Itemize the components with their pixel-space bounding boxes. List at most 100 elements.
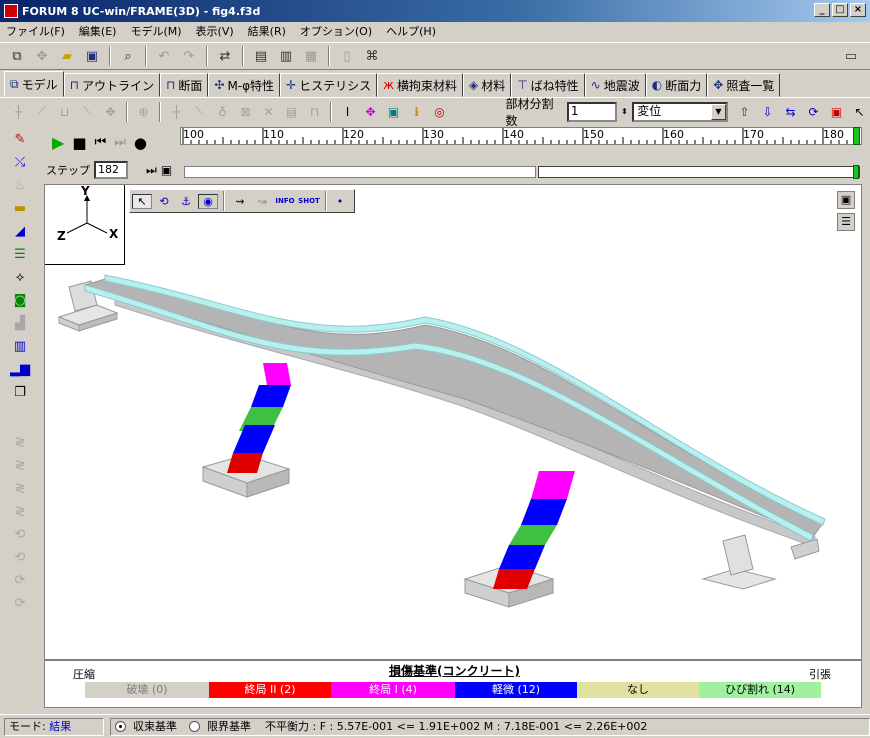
tab-material[interactable]: ◈ 材料: [462, 73, 512, 97]
layers-icon[interactable]: ☰: [8, 243, 32, 265]
menu-result[interactable]: 結果(R): [246, 22, 288, 40]
tab-confinement[interactable]: ж 横拘束材料: [377, 73, 463, 97]
display-select[interactable]: 変位 ▼: [632, 101, 728, 122]
step-icon[interactable]: ⟳: [8, 592, 32, 614]
division-spinner[interactable]: 1: [566, 101, 617, 122]
menu-edit[interactable]: 編集(E): [77, 22, 119, 40]
panel-toggle-icon[interactable]: ▭: [840, 45, 862, 67]
new-model-icon[interactable]: ⧉: [6, 45, 28, 67]
step-back-icon[interactable]: ⏮: [95, 135, 107, 150]
chart-alt-icon[interactable]: ▟: [8, 312, 32, 334]
open-icon[interactable]: ▰: [56, 45, 78, 67]
move-icon[interactable]: ⊕: [133, 101, 154, 123]
tab-spring[interactable]: ⊤ ばね特性: [511, 73, 585, 97]
ratio-icon[interactable]: ▣: [826, 101, 847, 123]
delete-icon[interactable]: ✕: [258, 101, 279, 123]
refresh-icon[interactable]: ⟳: [803, 101, 824, 123]
tab-force[interactable]: ◐ 断面力: [645, 73, 708, 97]
calculate-icon[interactable]: ⇄: [214, 45, 236, 67]
add-node-icon[interactable]: ┼: [8, 101, 29, 123]
tab-wave[interactable]: ∿ 地震波: [584, 73, 646, 97]
ruler-thumb[interactable]: [853, 127, 860, 145]
radio-convergence[interactable]: [115, 721, 126, 732]
tab-hysteresis[interactable]: ✛ ヒステリシス: [280, 73, 378, 97]
wizard-icon[interactable]: ✥: [31, 45, 53, 67]
graph-icon[interactable]: ⤯: [8, 151, 32, 173]
video-icon[interactable]: ▣: [161, 163, 172, 177]
damage-icon[interactable]: ⟡: [8, 266, 32, 288]
clear-icon[interactable]: ▤: [281, 101, 302, 123]
save-icon[interactable]: ▣: [81, 45, 103, 67]
report-icon[interactable]: ▤: [250, 45, 272, 67]
step-input[interactable]: 182: [94, 161, 128, 179]
histogram-icon[interactable]: ▂▆: [8, 358, 32, 380]
chevron-down-icon[interactable]: ▼: [710, 103, 726, 120]
info-view-icon[interactable]: ℹ: [406, 101, 427, 123]
step-icon[interactable]: ≷: [8, 477, 32, 499]
3d-viewport[interactable]: Y Z X ↖ ⟲ ⚓ ◉ ⇝ ↝ INFO SHOT • ▣ ☰: [44, 184, 862, 660]
spring-node-icon[interactable]: ⟍: [77, 101, 98, 123]
menu-view[interactable]: 表示(V): [194, 22, 236, 40]
image-view-icon[interactable]: ▣: [383, 101, 404, 123]
record-view-icon[interactable]: ◎: [429, 101, 450, 123]
upload-icon[interactable]: ⇧: [734, 101, 755, 123]
status-bar: モード: 結果 収束基準 限界基準 不平衡力 : F : 5.57E-001 <…: [0, 714, 870, 738]
print-preview-icon[interactable]: ⌕: [117, 45, 139, 67]
menu-model[interactable]: モデル(M): [128, 22, 183, 40]
stamp-icon[interactable]: ♨: [8, 174, 32, 196]
frame-icon[interactable]: ⌘: [361, 45, 383, 67]
tab-check[interactable]: ✥ 照査一覧: [707, 73, 781, 97]
ruler-icon[interactable]: ▬: [8, 197, 32, 219]
support-icon[interactable]: ⊔: [54, 101, 75, 123]
spinner-arrows-icon[interactable]: ⬍: [619, 101, 630, 123]
export-icon[interactable]: ▦: [300, 45, 322, 67]
radio-limit[interactable]: [189, 721, 200, 732]
menu-option[interactable]: オプション(O): [298, 22, 374, 40]
mirror-icon[interactable]: ⊠: [235, 101, 256, 123]
step-icon[interactable]: ⟲: [8, 546, 32, 568]
tab-m-phi[interactable]: ✣ M-φ特性: [208, 73, 281, 97]
tab-outline[interactable]: ⊓ アウトライン: [63, 73, 160, 97]
tab-section[interactable]: ⊓ 断面: [159, 73, 209, 97]
step-icon[interactable]: ⟲: [8, 523, 32, 545]
copy-node-icon[interactable]: ┼: [166, 101, 187, 123]
camera-icon[interactable]: ◙: [8, 289, 32, 311]
stress-view-icon[interactable]: ✥: [360, 101, 381, 123]
rotate-icon[interactable]: ♁: [212, 101, 233, 123]
redo-icon[interactable]: ↷: [178, 45, 200, 67]
toolbar-separator: [145, 46, 147, 66]
tab-model[interactable]: ⧉ モデル: [4, 71, 64, 97]
chart-icon[interactable]: ◢: [8, 220, 32, 242]
step-icon[interactable]: ⟳: [8, 569, 32, 591]
menu-help[interactable]: ヘルプ(H): [384, 22, 438, 40]
skip-end-icon[interactable]: ⏭: [146, 163, 157, 178]
minimize-button[interactable]: _: [814, 3, 830, 17]
download-icon[interactable]: ⇩: [757, 101, 778, 123]
stop-icon[interactable]: ■: [72, 134, 86, 152]
calculator-icon[interactable]: ▯: [336, 45, 358, 67]
step-icon[interactable]: ≷: [8, 454, 32, 476]
section-view-icon[interactable]: Ⅰ: [337, 101, 358, 123]
cube-icon[interactable]: ❐: [8, 381, 32, 403]
step-ruler[interactable]: 100 110 120 130 140 150 160 170 180: [180, 127, 862, 145]
pointer-icon[interactable]: ↖: [849, 101, 870, 123]
lock-icon[interactable]: ⊓: [304, 101, 325, 123]
bar-chart-icon[interactable]: ▥: [8, 335, 32, 357]
play-icon[interactable]: ▶: [52, 133, 64, 152]
undo-icon[interactable]: ↶: [153, 45, 175, 67]
step-forward-icon[interactable]: ⏭: [114, 135, 126, 150]
step-icon[interactable]: ≷: [8, 500, 32, 522]
menu-file[interactable]: ファイル(F): [4, 22, 67, 40]
record-icon[interactable]: ●: [134, 134, 147, 152]
swap-icon[interactable]: ⇆: [780, 101, 801, 123]
close-button[interactable]: ×: [850, 3, 866, 17]
add-member-icon[interactable]: ⟋: [31, 101, 52, 123]
maximize-button[interactable]: □: [832, 3, 848, 17]
divide-icon[interactable]: ⟍: [189, 101, 210, 123]
step-icon[interactable]: ≷: [8, 431, 32, 453]
edit-icon[interactable]: ✎: [8, 128, 32, 150]
output-icon[interactable]: ▥: [275, 45, 297, 67]
load-icon[interactable]: ✥: [100, 101, 121, 123]
progress-thumb[interactable]: [853, 165, 859, 179]
criteria-pane: 収束基準 限界基準 不平衡力 : F : 5.57E-001 <= 1.91E+…: [110, 717, 870, 736]
